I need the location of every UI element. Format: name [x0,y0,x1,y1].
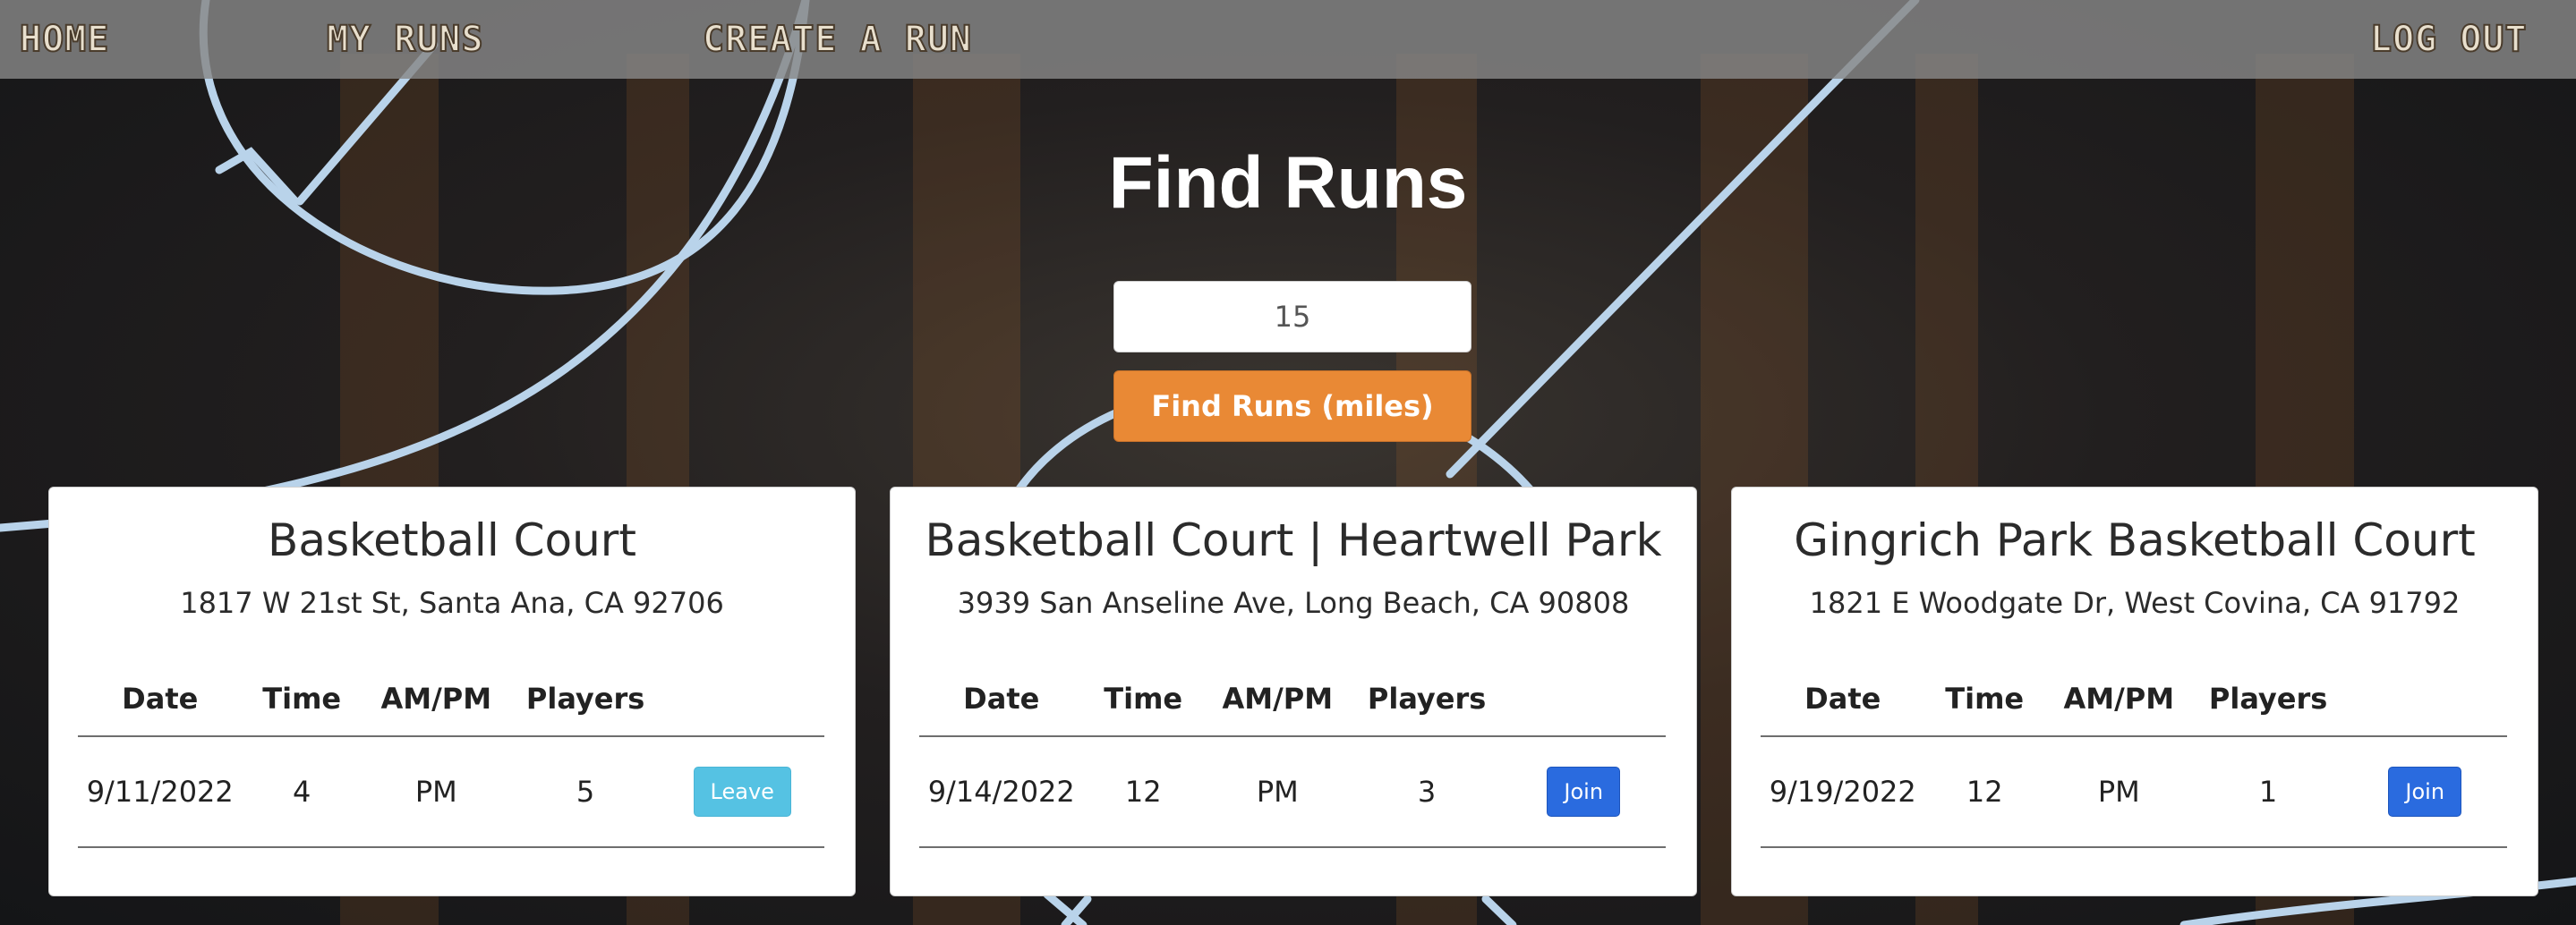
column-header-time: Time [242,662,362,737]
page-title: Find Runs [1108,142,1468,224]
column-header-time: Time [1924,662,2044,737]
top-navbar: Home My Runs Create A Run Log Out [0,0,2576,79]
nav-my-runs-link[interactable]: My Runs [326,13,484,66]
run-ampm: PM [2043,736,2194,848]
join-run-button[interactable]: Join [1547,767,1621,817]
run-action-cell: Join [2342,736,2507,848]
run-players: 3 [1352,736,1502,848]
runs-table: Date Time AM/PM Players 9/19/2022 12 PM 1 Join [1761,662,2507,848]
column-header-date: Date [919,662,1084,737]
table-row: 9/14/2022 12 PM 3 Join [919,736,1666,848]
table-header-row: Date Time AM/PM Players [1761,662,2507,737]
column-header-ampm: AM/PM [2043,662,2194,737]
distance-input[interactable] [1113,281,1471,352]
run-action-cell: Leave [660,736,824,848]
runs-table: Date Time AM/PM Players 9/11/2022 4 PM 5 Leave [78,662,824,848]
run-date: 9/11/2022 [78,736,243,848]
find-runs-button[interactable]: Find Runs (miles) [1113,370,1471,442]
run-date: 9/19/2022 [1761,736,1925,848]
column-header-players: Players [1352,662,1502,737]
table-row: 9/19/2022 12 PM 1 Join [1761,736,2507,848]
run-time: 12 [1924,736,2044,848]
column-header-players: Players [510,662,661,737]
column-header-ampm: AM/PM [361,662,511,737]
run-players: 1 [2193,736,2343,848]
table-row: 9/11/2022 4 PM 5 Leave [78,736,824,848]
column-header-date: Date [1761,662,1925,737]
court-card: Basketball Court | Heartwell Park 3939 Sa… [890,487,1697,896]
column-header-action [1501,662,1666,737]
run-date: 9/14/2022 [919,736,1084,848]
run-ampm: PM [361,736,511,848]
column-header-players: Players [2193,662,2343,737]
court-card: Gingrich Park Basketball Court 1821 E Woo… [1731,487,2538,896]
court-name: Basketball Court | Heartwell Park [925,514,1662,566]
column-header-time: Time [1083,662,1203,737]
nav-log-out-link[interactable]: Log Out [2369,13,2528,66]
run-action-cell: Join [1501,736,1666,848]
table-header-row: Date Time AM/PM Players [78,662,824,737]
nav-home-link[interactable]: Home [19,13,109,66]
court-address: 1821 E Woodgate Dr, West Covina, CA 9179… [1809,586,2461,620]
runs-table: Date Time AM/PM Players 9/14/2022 12 PM 3 Join [919,662,1666,848]
nav-create-run-link[interactable]: Create A Run [702,13,972,66]
column-header-action [2342,662,2507,737]
court-address: 3939 San Anseline Ave, Long Beach, CA 90… [957,586,1630,620]
column-header-action [660,662,824,737]
court-card: Basketball Court 1817 W 21st St, Santa An… [48,487,856,896]
table-header-row: Date Time AM/PM Players [919,662,1666,737]
join-run-button[interactable]: Join [2388,767,2462,817]
run-players: 5 [510,736,661,848]
court-name: Gingrich Park Basketball Court [1794,514,2476,566]
run-time: 4 [242,736,362,848]
column-header-date: Date [78,662,243,737]
run-ampm: PM [1202,736,1352,848]
run-time: 12 [1083,736,1203,848]
column-header-ampm: AM/PM [1202,662,1352,737]
leave-run-button[interactable]: Leave [693,767,791,817]
court-name: Basketball Court [268,514,636,566]
court-address: 1817 W 21st St, Santa Ana, CA 92706 [180,586,724,620]
